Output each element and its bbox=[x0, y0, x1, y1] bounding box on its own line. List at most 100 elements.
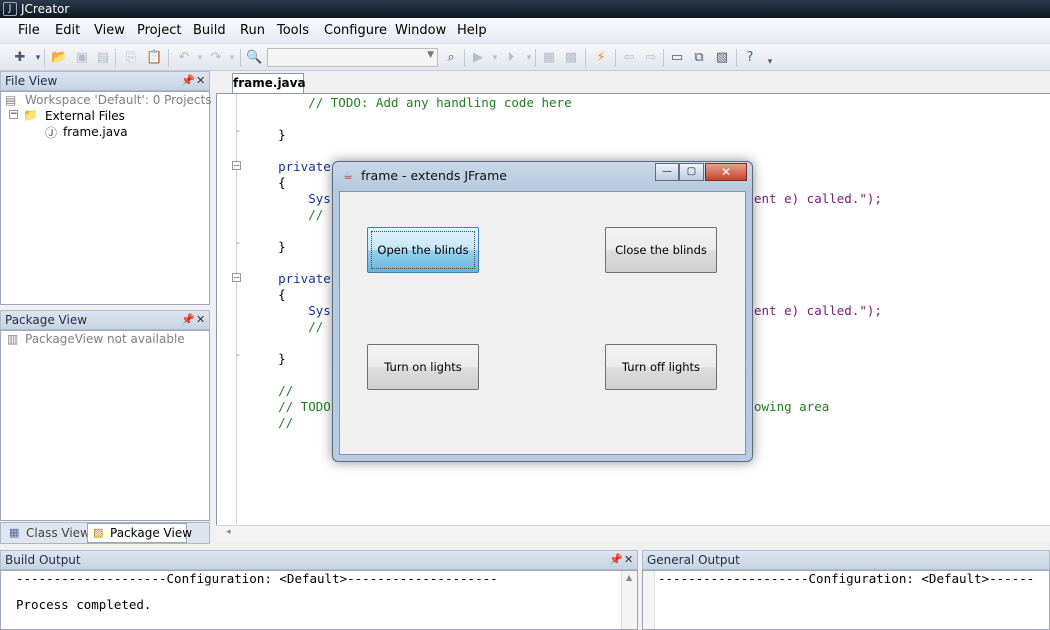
file-view-header: File View 📌 ✕ bbox=[0, 71, 210, 91]
tile-icon[interactable]: ⧉ bbox=[691, 50, 707, 66]
general-output-body: --------------------Configuration: <Defa… bbox=[642, 570, 1050, 630]
scroll-left-icon[interactable]: ◂ bbox=[226, 527, 231, 537]
minimize-button[interactable]: — bbox=[655, 163, 679, 181]
menu-view[interactable]: View bbox=[94, 23, 125, 38]
maximize-button[interactable]: ▢ bbox=[679, 163, 704, 181]
menu-run[interactable]: Run bbox=[240, 23, 265, 38]
jframe-window: ☕ frame - extends JFrame — ▢ ✕ Open the … bbox=[332, 161, 753, 462]
menu-bar: File Edit View Project Build Run Tools C… bbox=[0, 18, 1050, 44]
open-icon[interactable]: 📂 bbox=[51, 50, 67, 66]
tree-folder[interactable]: External Files bbox=[45, 109, 125, 123]
pin-icon[interactable]: 📌 bbox=[181, 311, 195, 329]
pin-icon[interactable]: 📌 bbox=[609, 551, 623, 569]
code-line: owing area bbox=[754, 399, 830, 414]
menu-project[interactable]: Project bbox=[137, 23, 181, 38]
build-output-line: --------------------Configuration: <Defa… bbox=[16, 571, 498, 586]
package-icon: ▥ bbox=[7, 332, 19, 346]
find-icon[interactable]: 🔍 bbox=[246, 50, 262, 66]
save-icon[interactable]: ▣ bbox=[74, 50, 90, 66]
code-line: private bbox=[248, 271, 331, 286]
save-all-icon[interactable]: ▤ bbox=[95, 50, 111, 66]
run-dropdown-icon[interactable]: ▾ bbox=[487, 50, 503, 66]
redo-dropdown-icon[interactable]: ▾ bbox=[224, 50, 240, 66]
toolbar-separator bbox=[615, 49, 616, 67]
back-icon[interactable]: ⇦ bbox=[621, 50, 637, 66]
turn-off-lights-label: Turn off lights bbox=[621, 360, 701, 374]
fold-line-marker: - bbox=[235, 350, 242, 361]
turn-on-lights-label: Turn on lights bbox=[384, 360, 462, 374]
code-line: // TODO bbox=[248, 399, 331, 414]
vertical-scrollbar[interactable] bbox=[643, 571, 655, 629]
help-icon[interactable]: ? bbox=[742, 50, 758, 66]
close-icon[interactable]: ✕ bbox=[196, 72, 205, 90]
window-icon[interactable]: ▭ bbox=[669, 50, 685, 66]
package-view-title: Package View bbox=[5, 313, 88, 327]
undo-icon[interactable]: ↶ bbox=[176, 50, 192, 66]
jcreator-app-icon: J bbox=[3, 2, 17, 16]
lightning-icon[interactable]: ⚡ bbox=[593, 50, 609, 66]
menu-window[interactable]: Window bbox=[395, 23, 446, 38]
toolbar-separator bbox=[464, 49, 465, 67]
menu-configure[interactable]: Configure bbox=[324, 23, 387, 38]
open-blinds-button[interactable]: Open the blinds bbox=[367, 227, 479, 273]
fold-toggle-icon[interactable]: − bbox=[232, 161, 241, 170]
tab-frame-java[interactable]: frame.java bbox=[232, 73, 306, 93]
turn-on-lights-button[interactable]: Turn on lights bbox=[367, 344, 479, 390]
compile-icon[interactable]: ▦ bbox=[541, 50, 557, 66]
find-in-files-icon[interactable]: ⌕ bbox=[443, 50, 459, 66]
fold-toggle-icon[interactable]: − bbox=[232, 273, 241, 282]
menu-build[interactable]: Build bbox=[193, 23, 226, 38]
undo-dropdown-icon[interactable]: ▾ bbox=[192, 50, 208, 66]
close-icon[interactable]: ✕ bbox=[624, 551, 633, 569]
debug-icon[interactable]: ⏵ bbox=[503, 50, 519, 66]
scroll-up-icon[interactable]: ▲ bbox=[626, 573, 632, 582]
collapse-icon[interactable]: − bbox=[9, 110, 18, 119]
build-output-line: Process completed. bbox=[16, 597, 152, 612]
toolbar-separator bbox=[585, 49, 586, 67]
left-panel-tabs: ▦ Class View ▨ Package View bbox=[0, 522, 210, 544]
close-icon[interactable]: ✕ bbox=[196, 311, 205, 329]
forward-icon[interactable]: ⇨ bbox=[643, 50, 659, 66]
copy-icon[interactable]: ⎘ bbox=[123, 50, 139, 66]
toolbar-separator bbox=[736, 49, 737, 67]
horizontal-scrollbar[interactable]: ◂ bbox=[216, 525, 1050, 541]
window-titlebar: J JCreator bbox=[0, 0, 1050, 18]
code-line: // bbox=[248, 207, 324, 222]
class-view-icon: ▦ bbox=[9, 526, 20, 539]
menu-file[interactable]: File bbox=[18, 23, 40, 38]
app-title: JCreator bbox=[21, 2, 70, 16]
close-blinds-button[interactable]: Close the blinds bbox=[605, 227, 717, 273]
tree-file[interactable]: frame.java bbox=[63, 125, 128, 139]
run-icon[interactable]: ▶ bbox=[470, 50, 486, 66]
open-blinds-label: Open the blinds bbox=[377, 243, 469, 257]
code-line: Sys bbox=[248, 191, 331, 206]
paste-icon[interactable]: 📋 bbox=[146, 50, 162, 66]
search-combo[interactable]: ▼ bbox=[267, 48, 438, 67]
code-line: // TODO: Add any handling code here bbox=[248, 95, 572, 110]
menu-tools[interactable]: Tools bbox=[277, 23, 309, 38]
tree-workspace[interactable]: Workspace 'Default': 0 Projects bbox=[25, 93, 211, 107]
code-line: { bbox=[248, 287, 286, 302]
code-line: // bbox=[248, 383, 294, 398]
toolbar-overflow-icon[interactable]: ▾ bbox=[762, 54, 778, 70]
toolbar: ✚ ▾ 📂 ▣ ▤ ⎘ 📋 ↶ ▾ ↷ ▾ 🔍 ⌕ ▶ ▾ ⏵ ▾ ▦ ▩ ⚡ … bbox=[0, 44, 1050, 71]
menu-edit[interactable]: Edit bbox=[55, 23, 80, 38]
build-icon[interactable]: ▩ bbox=[563, 50, 579, 66]
turn-off-lights-button[interactable]: Turn off lights bbox=[605, 344, 717, 390]
window-close-button[interactable]: ✕ bbox=[705, 163, 747, 181]
redo-icon[interactable]: ↷ bbox=[208, 50, 224, 66]
menu-help[interactable]: Help bbox=[457, 23, 487, 38]
close-blinds-label: Close the blinds bbox=[615, 243, 707, 257]
code-line: } bbox=[248, 127, 286, 142]
toolbar-separator bbox=[663, 49, 664, 67]
jframe-content-pane: Open the blinds Close the blinds Turn on… bbox=[339, 191, 746, 455]
package-view-body: ▥ PackageView not available bbox=[0, 330, 210, 521]
tab-package-view[interactable]: Package View bbox=[110, 526, 192, 540]
code-line: Sys bbox=[248, 303, 331, 318]
pin-icon[interactable]: 📌 bbox=[181, 72, 195, 90]
general-output-title: General Output bbox=[647, 553, 740, 567]
cascade-icon[interactable]: ▧ bbox=[714, 50, 730, 66]
vertical-scrollbar[interactable]: ▲ bbox=[621, 571, 637, 629]
tab-class-view[interactable]: Class View bbox=[26, 526, 90, 540]
new-file-icon[interactable]: ✚ bbox=[12, 50, 28, 66]
